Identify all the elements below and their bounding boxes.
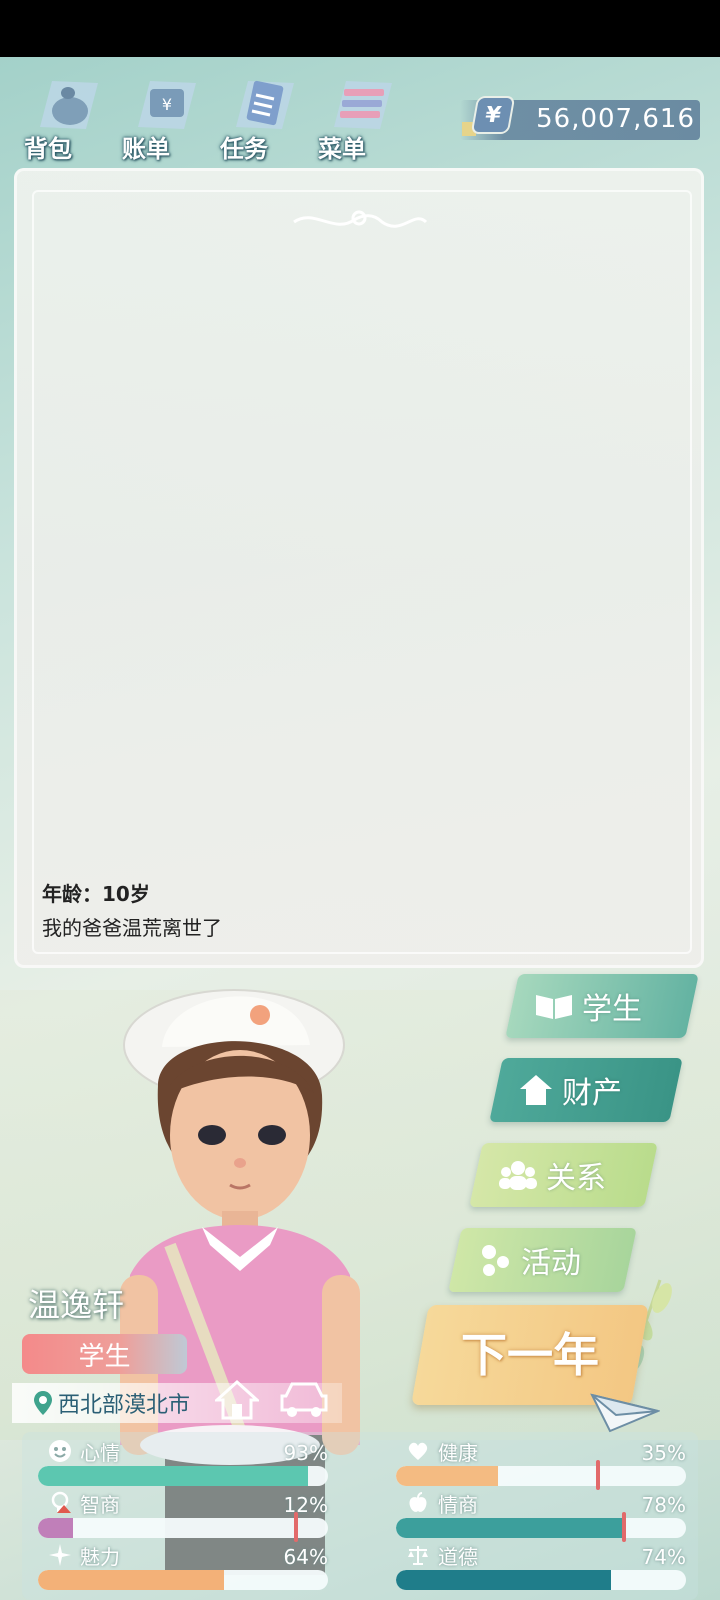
stat-marker: [622, 1512, 626, 1542]
status-bar: [0, 0, 720, 57]
stat-health: 健康 35%: [396, 1438, 686, 1490]
house-icon: [520, 1075, 552, 1105]
event-log-panel[interactable]: [14, 168, 704, 968]
smile-icon: [49, 1440, 71, 1462]
svg-text:¥: ¥: [162, 95, 172, 114]
stat-morality: 道德 74%: [396, 1542, 686, 1594]
task-button[interactable]: 任务: [216, 67, 306, 163]
menu-button[interactable]: 菜单: [314, 67, 404, 163]
stat-fill: [396, 1466, 498, 1486]
stat-fill: [396, 1518, 623, 1538]
stat-label: 智商: [80, 1492, 120, 1517]
role-badge: 学生: [22, 1334, 187, 1374]
stat-fill: [38, 1518, 73, 1538]
stat-value: 64%: [283, 1545, 328, 1569]
activities-label: 活动: [521, 1246, 581, 1281]
task-icon: [236, 80, 294, 129]
event-log-frame: [32, 190, 692, 954]
menu-label: 菜单: [318, 135, 366, 163]
home-icon[interactable]: [215, 1378, 259, 1422]
paper-plane-icon: [590, 1393, 660, 1433]
event-age: 年龄：10岁: [42, 882, 150, 906]
yen-icon: ¥: [473, 98, 513, 132]
bag-icon: [40, 81, 98, 129]
stat-label: 道德: [438, 1544, 478, 1569]
student-label: 学生: [582, 992, 642, 1027]
bill-icon: ¥: [138, 81, 196, 129]
menu-icon: [334, 81, 392, 129]
event-text: 我的爸爸温荒离世了: [42, 916, 222, 940]
relations-button[interactable]: 关系: [469, 1143, 658, 1207]
location-pin-icon: [34, 1391, 52, 1415]
stat-value: 93%: [283, 1441, 328, 1465]
activities-button[interactable]: 活动: [448, 1228, 637, 1292]
stat-marker: [294, 1512, 298, 1542]
bag-label: 背包: [24, 135, 72, 163]
stat-value: 74%: [641, 1545, 686, 1569]
stat-fill: [38, 1570, 224, 1590]
scales-icon: [408, 1546, 428, 1565]
heart-icon: [408, 1442, 428, 1460]
money-value: 56,007,616: [536, 104, 695, 134]
relations-label: 关系: [546, 1161, 606, 1196]
dots-icon: [482, 1245, 509, 1276]
bag-button[interactable]: 背包: [20, 67, 110, 163]
stat-label: 情商: [438, 1492, 478, 1517]
stat-label: 心情: [80, 1440, 120, 1465]
character-name: 温逸轩: [28, 1286, 125, 1324]
stat-mood: 心情 93%: [38, 1438, 328, 1490]
bill-label: 账单: [122, 135, 170, 163]
stat-iq: 智商 12%: [38, 1490, 328, 1542]
apple-icon: [409, 1492, 427, 1512]
lightbulb-icon: [51, 1491, 71, 1513]
stat-value: 78%: [641, 1493, 686, 1517]
bill-button[interactable]: ¥ 账单: [118, 67, 208, 163]
stat-eq: 情商 78%: [396, 1490, 686, 1542]
stat-fill: [38, 1466, 308, 1486]
stat-fill: [396, 1570, 611, 1590]
stat-charm: 魅力 64%: [38, 1542, 328, 1594]
student-button[interactable]: 学生: [505, 974, 699, 1038]
people-icon: [499, 1161, 537, 1190]
sparkle-icon: [49, 1544, 71, 1566]
car-icon[interactable]: [278, 1380, 330, 1420]
book-icon: [536, 995, 572, 1019]
stat-label: 魅力: [80, 1544, 120, 1569]
stat-value: 35%: [641, 1441, 686, 1465]
task-label: 任务: [220, 135, 268, 163]
stat-value: 12%: [283, 1493, 328, 1517]
ornament-icon: [293, 210, 428, 228]
assets-label: 财产: [562, 1076, 622, 1111]
stat-marker: [596, 1460, 600, 1490]
location-text: 西北部漠北市: [58, 1393, 191, 1418]
assets-button[interactable]: 财产: [489, 1058, 683, 1122]
stat-label: 健康: [438, 1440, 478, 1465]
